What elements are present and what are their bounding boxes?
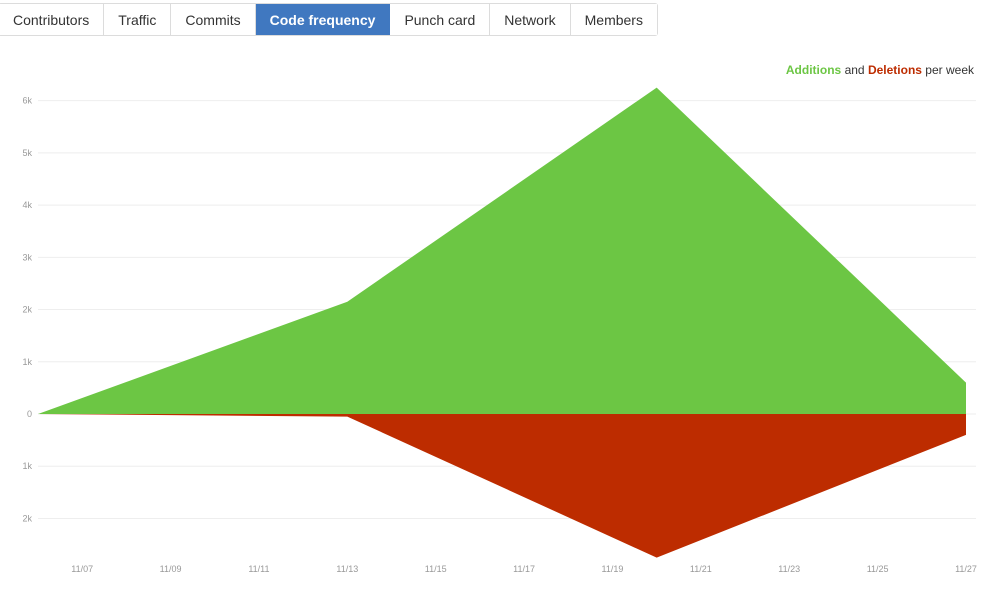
x-tick-label: 11/23 [778, 564, 800, 574]
x-tick-label: 11/21 [690, 564, 712, 574]
x-tick-label: 11/27 [955, 564, 977, 574]
y-tick-label: 1k [22, 357, 32, 367]
code-frequency-chart: 6k 5k 4k 3k 2k 1k 0 1k 2k 11/07 11/09 11/11 11/13 11/… [22, 87, 977, 574]
x-tick-label: 11/11 [248, 564, 269, 574]
y-tick-label: 0 [27, 409, 32, 419]
x-tick-label: 11/07 [71, 564, 93, 574]
x-tick-label: 11/13 [336, 564, 358, 574]
x-tick-label: 11/15 [425, 564, 447, 574]
x-tick-label: 11/25 [867, 564, 889, 574]
y-tick-label: 3k [22, 252, 32, 262]
x-tick-label: 11/17 [513, 564, 535, 574]
y-tick-label: 4k [22, 200, 32, 210]
x-tick-label: 11/09 [160, 564, 182, 574]
series-deletions-area [38, 414, 966, 558]
y-tick-label: 1k [22, 461, 32, 471]
y-tick-label: 5k [22, 148, 32, 158]
y-tick-label: 2k [22, 305, 32, 315]
y-tick-label: 6k [22, 96, 32, 106]
x-tick-label: 11/19 [602, 564, 624, 574]
y-tick-label: 2k [22, 513, 32, 523]
series-additions-area [38, 87, 966, 414]
